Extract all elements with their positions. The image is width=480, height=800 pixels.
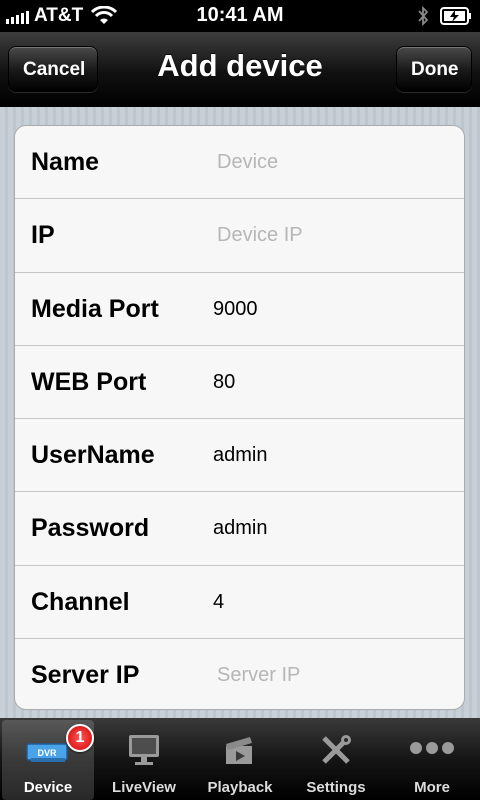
tab-settings-label: Settings bbox=[306, 779, 366, 796]
tab-liveview-label: LiveView bbox=[112, 779, 176, 796]
more-dots-icon bbox=[410, 742, 454, 754]
tab-more[interactable]: More bbox=[386, 720, 478, 800]
tab-playback[interactable]: Playback bbox=[194, 720, 286, 800]
web-port-label: WEB Port bbox=[31, 367, 147, 396]
clapperboard-icon bbox=[226, 737, 252, 764]
navigation-bar: Cancel Add device Done bbox=[0, 32, 480, 107]
server-ip-field[interactable]: Server IP bbox=[217, 639, 457, 709]
done-button[interactable]: Done bbox=[396, 46, 472, 92]
name-label: Name bbox=[31, 148, 100, 176]
form-row-password[interactable]: Password admin bbox=[15, 492, 464, 566]
form-row-server-ip[interactable]: Server IP Server IP bbox=[15, 639, 464, 709]
media-port-label: Media Port bbox=[31, 294, 159, 323]
monitor-icon bbox=[129, 735, 159, 765]
bluetooth-icon bbox=[418, 5, 429, 27]
tab-settings[interactable]: Settings bbox=[290, 720, 382, 800]
channel-label: Channel bbox=[31, 587, 130, 616]
notification-badge: 1 bbox=[66, 724, 94, 752]
form-row-media-port[interactable]: Media Port 9000 bbox=[15, 273, 464, 346]
password-label: Password bbox=[31, 514, 150, 543]
tab-more-label: More bbox=[414, 779, 450, 796]
svg-text:DVR: DVR bbox=[37, 748, 57, 758]
tab-device[interactable]: DVR 1 Device bbox=[2, 720, 94, 800]
tab-liveview[interactable]: LiveView bbox=[98, 720, 190, 800]
media-port-field[interactable]: 9000 bbox=[213, 273, 453, 345]
name-field[interactable]: Device bbox=[217, 126, 457, 198]
tab-device-label: Device bbox=[23, 779, 73, 796]
username-label: UserName bbox=[31, 441, 155, 470]
web-port-field[interactable]: 80 bbox=[213, 346, 453, 418]
channel-field[interactable]: 4 bbox=[213, 566, 453, 638]
password-field[interactable]: admin bbox=[213, 492, 453, 564]
form-row-web-port[interactable]: WEB Port 80 bbox=[15, 346, 464, 420]
device-form: Name Device IP Device IP Media Port 9000… bbox=[14, 125, 465, 710]
content-area: Name Device IP Device IP Media Port 9000… bbox=[0, 107, 480, 718]
form-row-channel[interactable]: Channel 4 bbox=[15, 566, 464, 640]
form-row-name[interactable]: Name Device bbox=[15, 126, 464, 200]
form-row-ip[interactable]: IP Device IP bbox=[15, 199, 464, 273]
tab-bar: DVR 1 Device LiveView Playback Settings bbox=[0, 718, 480, 800]
tab-playback-label: Playback bbox=[207, 779, 273, 796]
ip-label: IP bbox=[31, 221, 55, 250]
dvr-icon: DVR bbox=[26, 743, 68, 762]
battery-charging-icon bbox=[440, 7, 471, 25]
status-time: 10:41 AM bbox=[196, 4, 284, 26]
form-row-username[interactable]: UserName admin bbox=[15, 419, 464, 493]
server-ip-label: Server IP bbox=[31, 661, 140, 690]
tools-icon bbox=[322, 735, 351, 764]
status-bar: AT&T 10:41 AM bbox=[0, 0, 480, 32]
status-right bbox=[416, 5, 472, 27]
username-field[interactable]: admin bbox=[213, 419, 453, 491]
ip-field[interactable]: Device IP bbox=[217, 199, 457, 271]
